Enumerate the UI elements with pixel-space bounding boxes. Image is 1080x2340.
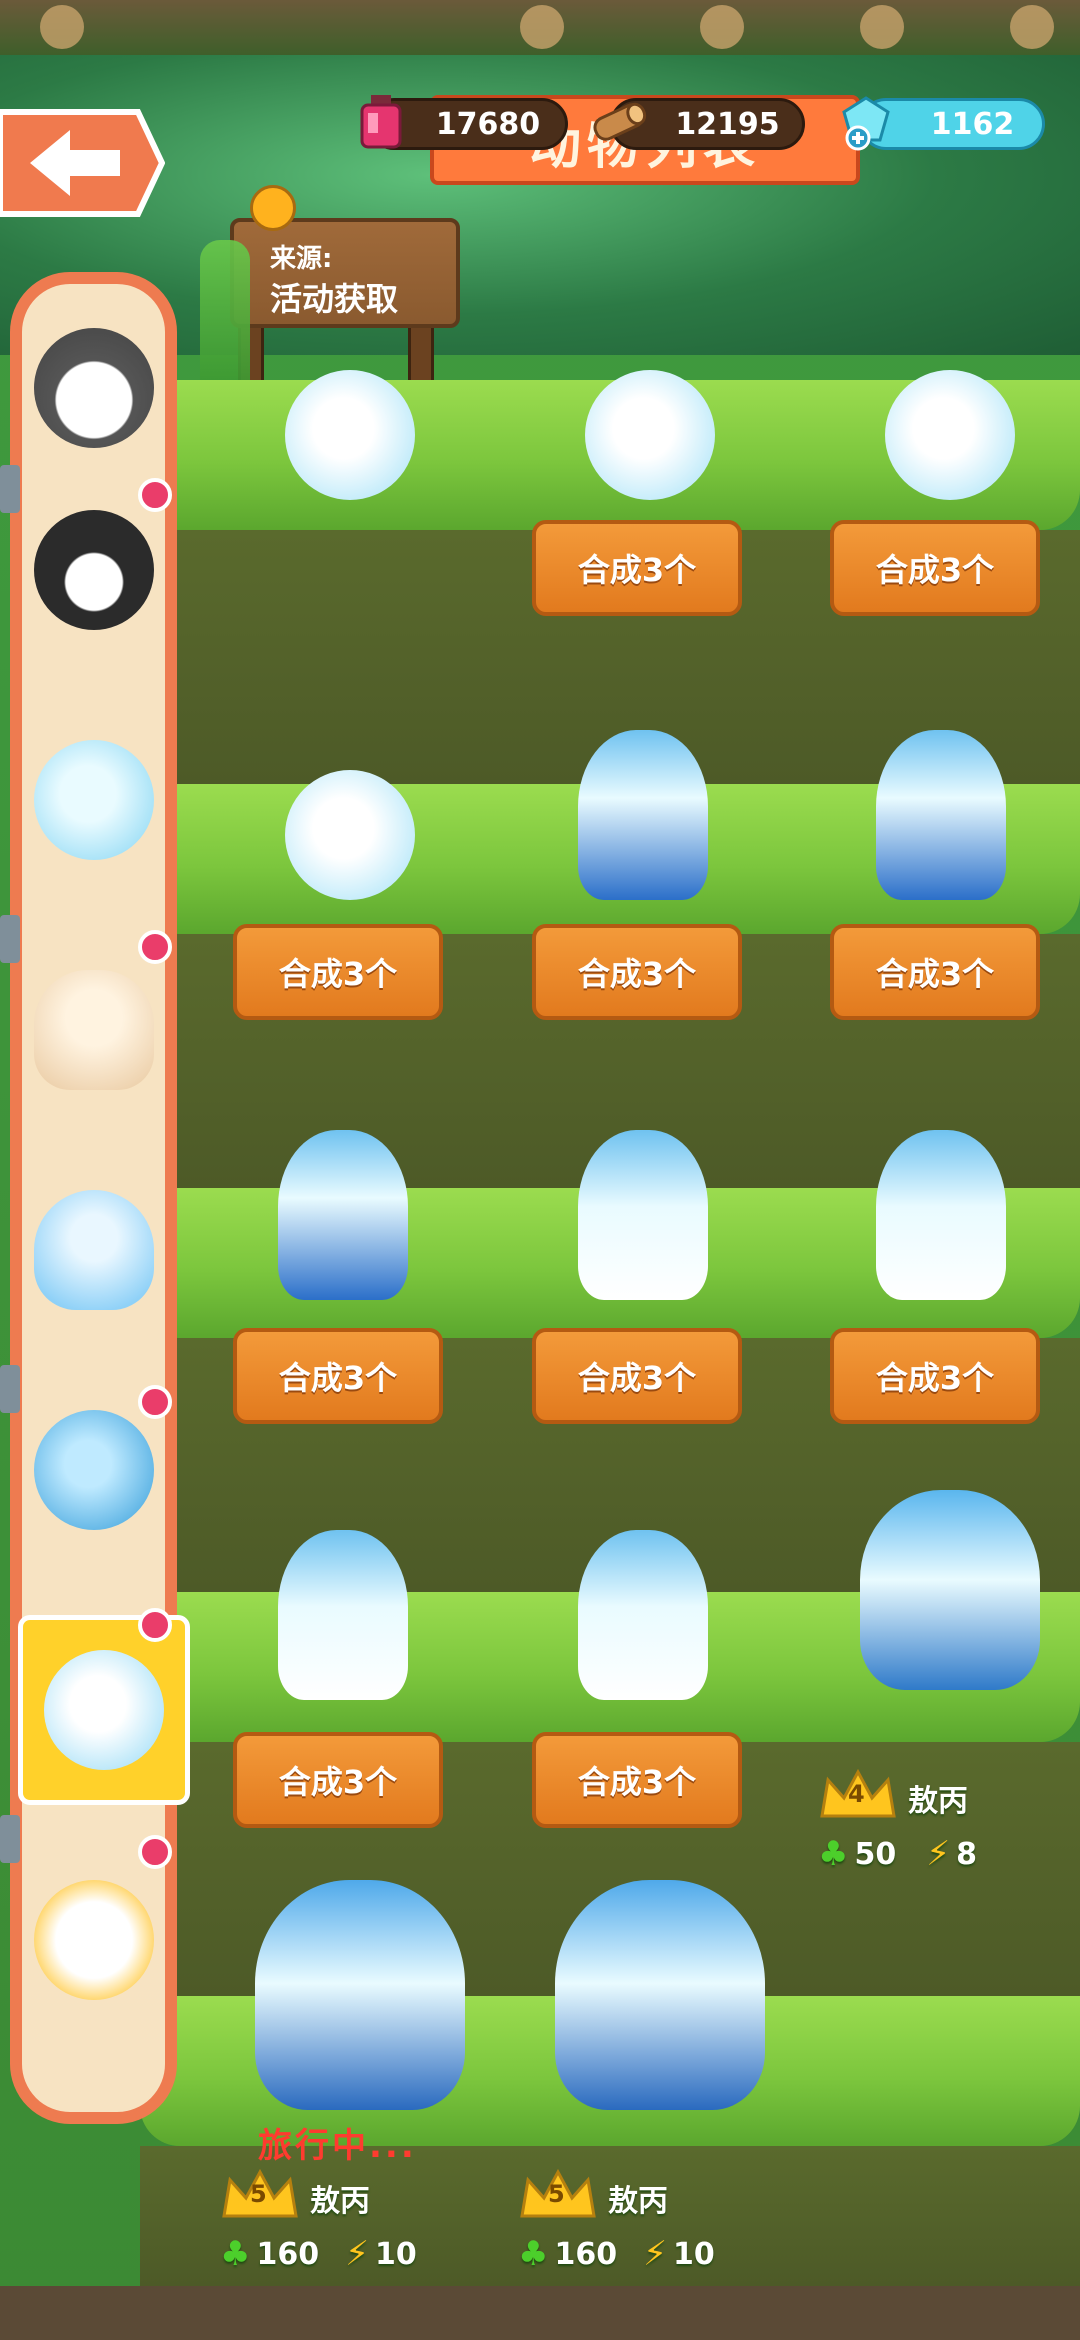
aobing-level5-creature[interactable] <box>255 1880 465 2110</box>
gem-value: 1162 <box>930 106 1015 142</box>
dragon-ball-creature[interactable] <box>585 370 715 500</box>
lightning-icon: ⚡ <box>926 1834 951 1874</box>
sidebar-item-dragon-ball[interactable] <box>18 1615 190 1805</box>
robed-dragon-creature[interactable] <box>278 1530 408 1700</box>
wood-log-icon <box>588 90 650 154</box>
top-icon <box>520 5 564 49</box>
merge-button[interactable]: 合成3个 <box>830 1328 1040 1424</box>
top-icon <box>700 5 744 49</box>
notification-dot <box>138 1608 172 1642</box>
top-icon <box>40 5 84 49</box>
creature-name: 敖丙 <box>908 1784 968 1819</box>
merge-button[interactable]: 合成3个 <box>830 520 1040 616</box>
bird-icon <box>33 1880 154 2000</box>
robed-dragon-creature[interactable] <box>578 1130 708 1300</box>
bottom-strip <box>0 2286 1080 2340</box>
sidebar-item-jellyfish[interactable] <box>16 1140 171 1360</box>
little-dragon-creature[interactable] <box>578 730 708 900</box>
source-label: 来源: <box>270 244 333 274</box>
energy-value: 10 <box>374 2236 417 2272</box>
merge-button[interactable]: 合成3个 <box>233 1328 443 1424</box>
crown-level: 4 <box>848 1780 865 1808</box>
creature-name: 敖丙 <box>310 2184 370 2219</box>
clover-value: 160 <box>554 2236 618 2272</box>
wood-value: 12195 <box>675 106 780 142</box>
clover-icon: ♣ <box>818 1834 849 1874</box>
dragon-ball-icon <box>44 1650 164 1770</box>
ink-value: 17680 <box>435 106 541 142</box>
source-sign: 来源: 活动获取 <box>230 218 460 328</box>
sidebar-item-bunny-ball[interactable] <box>16 690 171 910</box>
crown-level: 5 <box>548 2180 565 2208</box>
creature-name: 敖丙 <box>608 2184 668 2219</box>
gem-plus-icon[interactable] <box>835 90 897 154</box>
merge-button[interactable]: 合成3个 <box>532 924 742 1020</box>
ink-bottle-icon <box>350 90 412 154</box>
merge-button[interactable]: 合成3个 <box>830 924 1040 1020</box>
notification-dot <box>138 1385 172 1419</box>
lightning-icon: ⚡ <box>345 2234 369 2274</box>
notification-dot <box>138 478 172 512</box>
energy-value: 8 <box>956 1836 977 1872</box>
little-dragon-creature[interactable] <box>876 730 1006 900</box>
seashell-icon <box>33 970 154 1090</box>
bunny-ball-icon <box>33 740 154 860</box>
chick-icon <box>250 185 296 231</box>
dragon-ball-creature[interactable] <box>285 370 415 500</box>
notification-dot <box>138 1835 172 1869</box>
top-strip <box>0 0 1080 55</box>
robed-dragon-creature[interactable] <box>876 1130 1006 1300</box>
top-icon <box>1010 5 1054 49</box>
dragon-ball-creature[interactable] <box>885 370 1015 500</box>
little-dragon-creature[interactable] <box>278 1130 408 1300</box>
traveling-status: 旅行中... <box>258 2126 417 2166</box>
robed-dragon-creature[interactable] <box>578 1530 708 1700</box>
merge-button[interactable]: 合成3个 <box>233 924 443 1020</box>
merge-button[interactable]: 合成3个 <box>532 1328 742 1424</box>
clover-icon: ♣ <box>518 2234 549 2274</box>
clover-value: 50 <box>854 1836 897 1872</box>
crown-level: 5 <box>250 2180 267 2208</box>
dragon-ball-creature[interactable] <box>285 770 415 900</box>
energy-value: 10 <box>672 2236 715 2272</box>
clover-icon: ♣ <box>220 2234 251 2274</box>
top-icon <box>860 5 904 49</box>
lightning-icon: ⚡ <box>643 2234 667 2274</box>
skunk-icon <box>33 510 154 630</box>
aobing-level5-creature[interactable] <box>555 1880 765 2110</box>
aobing-level4-creature[interactable] <box>860 1490 1040 1690</box>
notification-dot <box>138 930 172 964</box>
clover-value: 160 <box>256 2236 320 2272</box>
source-value: 活动获取 <box>270 280 399 318</box>
jellyfish-icon <box>33 1190 154 1310</box>
merge-button[interactable]: 合成3个 <box>233 1732 443 1828</box>
blue-seal-icon <box>33 1410 154 1530</box>
back-button[interactable] <box>0 104 166 222</box>
merge-button[interactable]: 合成3个 <box>532 520 742 616</box>
husky-icon <box>33 328 154 448</box>
merge-button[interactable]: 合成3个 <box>532 1732 742 1828</box>
